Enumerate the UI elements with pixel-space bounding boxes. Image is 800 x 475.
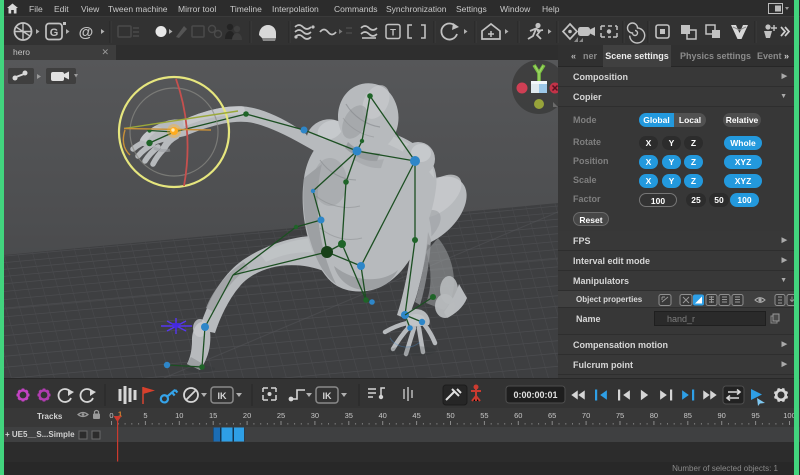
svg-text:75: 75 xyxy=(616,411,624,420)
svg-text:0:00:00:01: 0:00:00:01 xyxy=(513,390,557,400)
svg-text:60: 60 xyxy=(514,411,522,420)
svg-text:45: 45 xyxy=(412,411,420,420)
svg-text:Tracks: Tracks xyxy=(37,412,63,421)
svg-text:0: 0 xyxy=(109,411,113,420)
svg-text:IK: IK xyxy=(323,391,333,401)
svg-text:50: 50 xyxy=(446,411,454,420)
svg-text:55: 55 xyxy=(480,411,488,420)
svg-text:10: 10 xyxy=(175,411,183,420)
svg-text:G: G xyxy=(50,27,59,39)
svg-text:80: 80 xyxy=(650,411,658,420)
svg-text:25: 25 xyxy=(277,411,285,420)
svg-text:15: 15 xyxy=(209,411,217,420)
svg-text:85: 85 xyxy=(684,411,692,420)
svg-text:@: @ xyxy=(79,24,94,41)
svg-text:65: 65 xyxy=(548,411,556,420)
svg-text:20: 20 xyxy=(243,411,251,420)
svg-text:T: T xyxy=(390,28,396,39)
svg-text:30: 30 xyxy=(311,411,319,420)
svg-text:IK: IK xyxy=(218,391,228,401)
svg-text:90: 90 xyxy=(718,411,726,420)
svg-text:35: 35 xyxy=(345,411,353,420)
svg-text:40: 40 xyxy=(379,411,387,420)
svg-text:70: 70 xyxy=(582,411,590,420)
svg-text:95: 95 xyxy=(751,411,759,420)
svg-text:5: 5 xyxy=(143,411,147,420)
